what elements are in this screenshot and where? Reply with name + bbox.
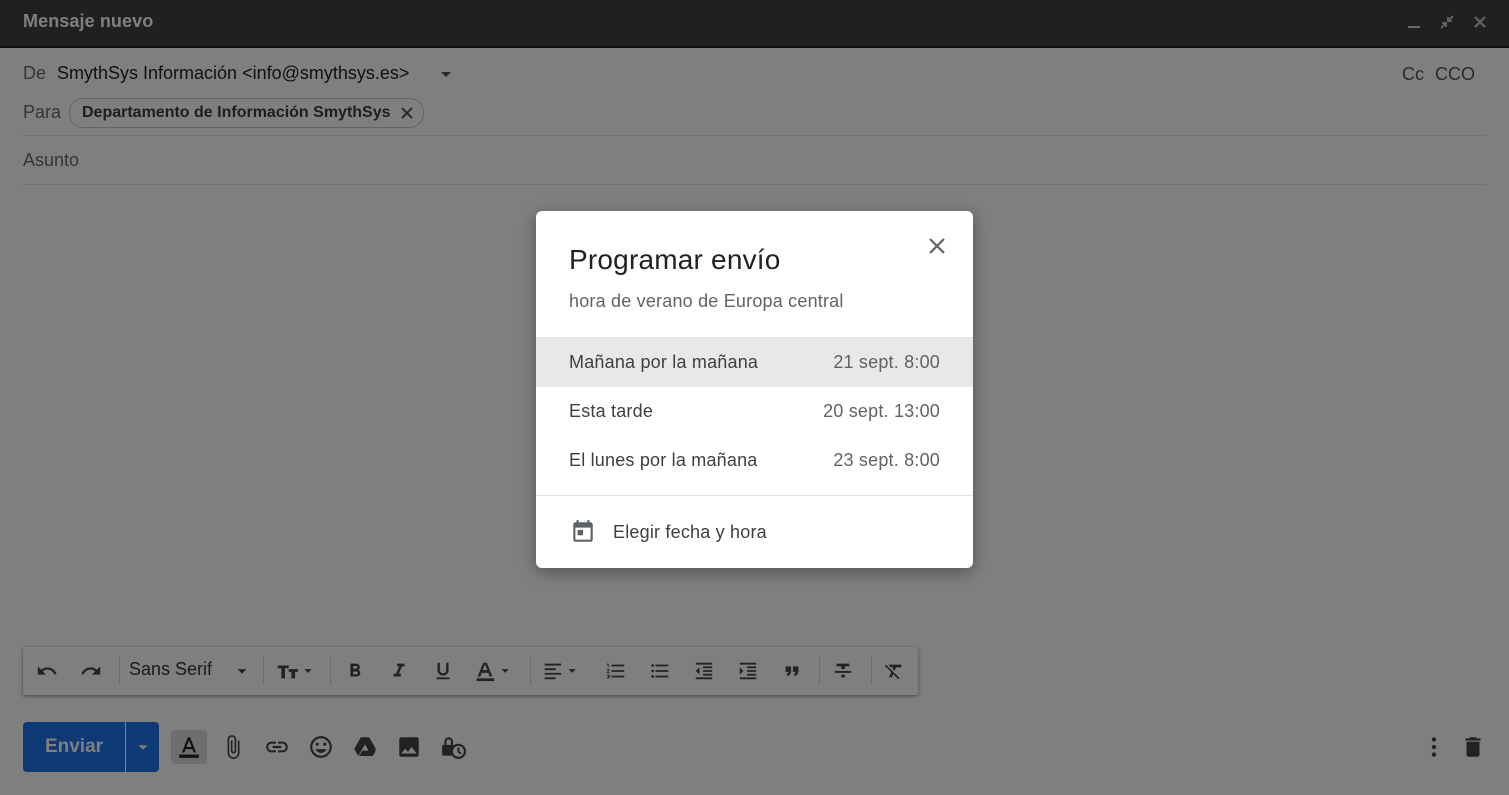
dialog-divider: [536, 495, 973, 496]
dialog-title: Programar envío: [569, 244, 781, 275]
timezone-label: hora de verano de Europa central: [569, 291, 844, 311]
option-time: 23 sept. 8:00: [833, 450, 940, 470]
option-label: Mañana por la mañana: [569, 352, 759, 372]
pick-date-time-option[interactable]: Elegir fecha y hora: [536, 507, 973, 557]
calendar-icon: [569, 518, 597, 546]
option-label: El lunes por la mañana: [569, 450, 758, 470]
option-time: 21 sept. 8:00: [833, 352, 940, 372]
pick-date-time-label: Elegir fecha y hora: [613, 521, 767, 542]
schedule-option-tomorrow-morning[interactable]: Mañana por la mañana 21 sept. 8:00: [536, 338, 973, 387]
schedule-option-this-afternoon[interactable]: Esta tarde 20 sept. 13:00: [536, 387, 973, 436]
option-time: 20 sept. 13:00: [823, 401, 940, 421]
option-label: Esta tarde: [569, 401, 654, 421]
compose-window: Mensaje nuevo De SmythSys Información <i…: [0, 0, 1509, 795]
schedule-send-dialog: Programar envío hora de verano de Europa…: [536, 211, 973, 568]
dialog-close-icon[interactable]: [922, 231, 952, 261]
schedule-option-monday-morning[interactable]: El lunes por la mañana 23 sept. 8:00: [536, 436, 973, 485]
